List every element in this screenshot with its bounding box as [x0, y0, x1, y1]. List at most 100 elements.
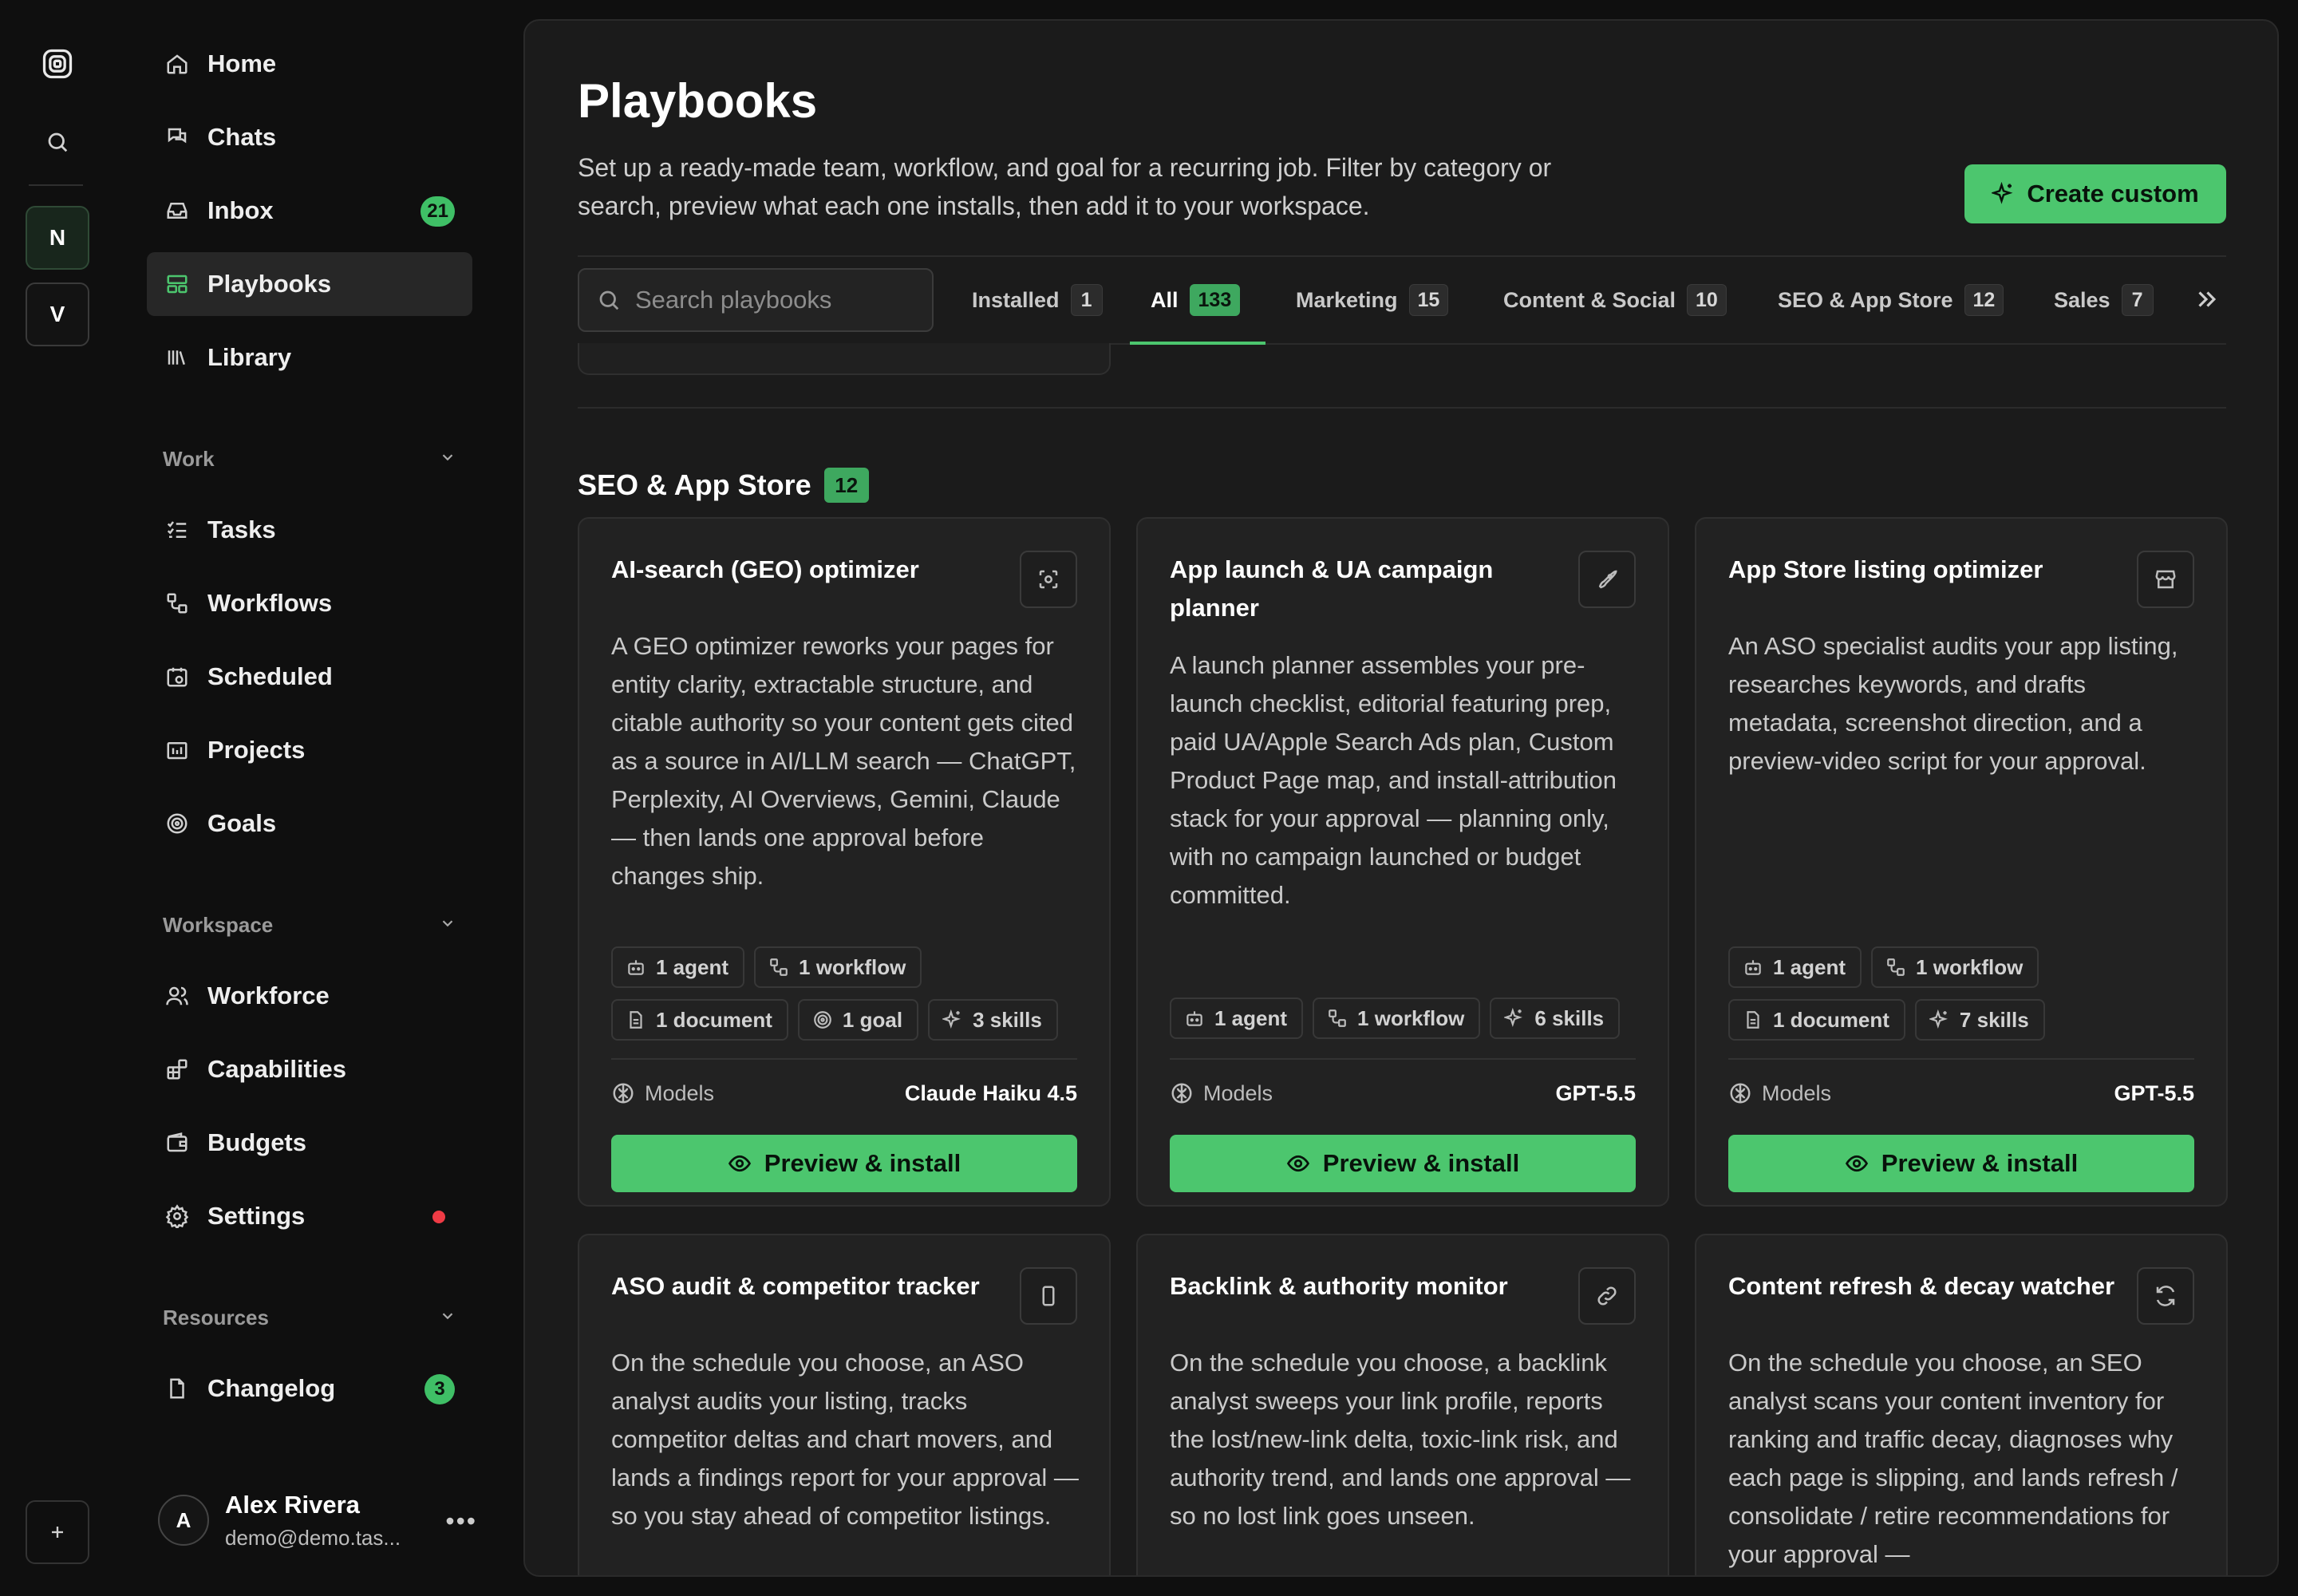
- tab-seo-app-store[interactable]: SEO & App Store 12: [1778, 268, 2004, 332]
- workspace-section-toggle[interactable]: Workspace: [163, 909, 456, 941]
- workflows-icon: [163, 589, 192, 618]
- playbook-card[interactable]: Backlink & authority monitor On the sche…: [1136, 1234, 1669, 1575]
- app-logo-icon[interactable]: [38, 45, 77, 83]
- library-icon: [163, 343, 192, 372]
- icon-rail: N V: [0, 0, 115, 1596]
- active-tab-indicator: [1130, 342, 1265, 345]
- playbook-card[interactable]: App launch & UA campaign planner A launc…: [1136, 517, 1669, 1207]
- card-title: Backlink & authority monitor: [1170, 1272, 1508, 1300]
- sidebar-item-goals[interactable]: Goals: [147, 792, 472, 855]
- more-options-icon[interactable]: •••: [445, 1507, 477, 1536]
- sidebar-item-library[interactable]: Library: [147, 326, 472, 389]
- workspace-switch-n[interactable]: N: [26, 206, 89, 270]
- workspace-switch-v[interactable]: V: [26, 282, 89, 346]
- inbox-icon: [163, 196, 192, 225]
- user-email: demo@demo.tas...: [225, 1525, 401, 1550]
- workspace-section-header: Workspace: [163, 912, 274, 937]
- user-profile[interactable]: A Alex Rivera demo@demo.tas... •••: [158, 1476, 477, 1564]
- preview-install-button[interactable]: Preview & install: [1728, 1135, 2194, 1192]
- sidebar-item-playbooks[interactable]: Playbooks: [147, 252, 472, 316]
- preview-install-label: Preview & install: [764, 1149, 961, 1177]
- search-field[interactable]: [578, 268, 934, 332]
- sidebar-item-capabilities[interactable]: Capabilities: [147, 1037, 472, 1101]
- rocket-icon: [1578, 551, 1636, 608]
- sidebar-item-chats[interactable]: Chats: [147, 105, 472, 169]
- settings-alert-dot: [432, 1211, 445, 1223]
- card-divider: [611, 1058, 1077, 1060]
- user-name: Alex Rivera: [225, 1490, 360, 1519]
- brain-icon: [611, 1081, 635, 1105]
- link-icon: [1578, 1267, 1636, 1325]
- chip-workflows: 1 workflow: [1313, 998, 1481, 1039]
- changelog-count-badge: 3: [424, 1374, 455, 1404]
- tab-count: 10: [1687, 284, 1727, 316]
- sidebar-item-label: Inbox: [207, 196, 274, 224]
- tab-content-social[interactable]: Content & Social 10: [1503, 268, 1727, 332]
- work-section-toggle[interactable]: Work: [163, 443, 456, 475]
- sidebar-item-projects[interactable]: Projects: [147, 718, 472, 782]
- models-row: Models Claude Haiku 4.5: [611, 1077, 1077, 1109]
- section-title: SEO & App Store: [578, 468, 811, 501]
- tab-sales[interactable]: Sales 7: [2054, 268, 2154, 332]
- sidebar-item-label: Goals: [207, 809, 277, 837]
- preview-install-button[interactable]: Preview & install: [611, 1135, 1077, 1192]
- card-title: App launch & UA campaign planner: [1170, 555, 1494, 622]
- tab-label: SEO & App Store: [1778, 287, 1953, 312]
- playbook-card[interactable]: AI-search (GEO) optimizer A GEO optimize…: [578, 517, 1111, 1207]
- section-divider: [578, 407, 2226, 409]
- capabilities-icon: [163, 1055, 192, 1084]
- models-row: Models GPT-5.5: [1170, 1077, 1636, 1109]
- sidebar-item-inbox[interactable]: Inbox 21: [147, 179, 472, 243]
- models-label: Models: [1762, 1080, 1832, 1105]
- sidebar-item-scheduled[interactable]: Scheduled: [147, 645, 472, 709]
- chip-skills: 6 skills: [1490, 998, 1621, 1039]
- sidebar-item-workforce[interactable]: Workforce: [147, 964, 472, 1028]
- sidebar-item-settings[interactable]: Settings: [147, 1184, 472, 1248]
- sidebar-item-workflows[interactable]: Workflows: [147, 571, 472, 635]
- resources-section-header: Resources: [163, 1305, 269, 1329]
- eye-icon: [728, 1152, 752, 1175]
- section-header: SEO & App Store 12: [578, 468, 869, 503]
- sidebar-item-tasks[interactable]: Tasks: [147, 498, 472, 562]
- create-custom-button[interactable]: Create custom: [1964, 164, 2226, 223]
- search-icon[interactable]: [41, 126, 73, 158]
- sidebar-item-label: Projects: [207, 736, 306, 764]
- models-row: Models GPT-5.5: [1728, 1077, 2194, 1109]
- card-divider: [1170, 1058, 1636, 1060]
- sidebar-item-home[interactable]: Home: [147, 32, 472, 96]
- scan-icon: [1020, 551, 1077, 608]
- sidebar-item-budgets[interactable]: Budgets: [147, 1111, 472, 1175]
- chevrons-right-icon[interactable]: [2193, 286, 2220, 313]
- model-name: GPT-5.5: [1555, 1080, 1636, 1105]
- chip-agents: 1 agent: [1170, 998, 1304, 1039]
- chip-goals: 1 goal: [797, 999, 919, 1041]
- preview-install-button[interactable]: Preview & install: [1170, 1135, 1636, 1192]
- tab-marketing[interactable]: Marketing 15: [1296, 268, 1449, 332]
- resources-section-toggle[interactable]: Resources: [163, 1302, 456, 1333]
- tab-all[interactable]: All 133: [1151, 268, 1241, 332]
- preview-install-label: Preview & install: [1322, 1149, 1520, 1177]
- workflow-icon: [768, 957, 789, 978]
- sidebar-item-changelog[interactable]: Changelog 3: [147, 1357, 472, 1420]
- sidebar-item-label: Budgets: [207, 1128, 306, 1156]
- playbook-card[interactable]: App Store listing optimizer An ASO speci…: [1695, 517, 2228, 1207]
- model-name: GPT-5.5: [2114, 1080, 2194, 1105]
- document-icon: [1743, 1009, 1763, 1030]
- playbook-card[interactable]: ASO audit & competitor tracker On the sc…: [578, 1234, 1111, 1575]
- document-icon: [626, 1009, 646, 1030]
- search-input[interactable]: [635, 286, 922, 314]
- users-icon: [163, 982, 192, 1010]
- playbook-card[interactable]: Content refresh & decay watcher On the s…: [1695, 1234, 2228, 1575]
- sparkles-icon: [1992, 182, 2016, 206]
- tasks-icon: [163, 516, 192, 544]
- section-count-badge: 12: [823, 468, 869, 503]
- preview-install-label: Preview & install: [1881, 1149, 2079, 1177]
- card-description: On the schedule you choose, a backlink a…: [1170, 1349, 1631, 1530]
- add-workspace-button[interactable]: [26, 1500, 89, 1564]
- chevron-down-icon: [439, 447, 456, 472]
- sparkles-icon: [1504, 1008, 1525, 1029]
- chevron-down-icon: [439, 1306, 456, 1330]
- work-section-header: Work: [163, 446, 215, 471]
- tab-installed[interactable]: Installed 1: [972, 268, 1103, 332]
- workflow-icon: [1885, 957, 1906, 978]
